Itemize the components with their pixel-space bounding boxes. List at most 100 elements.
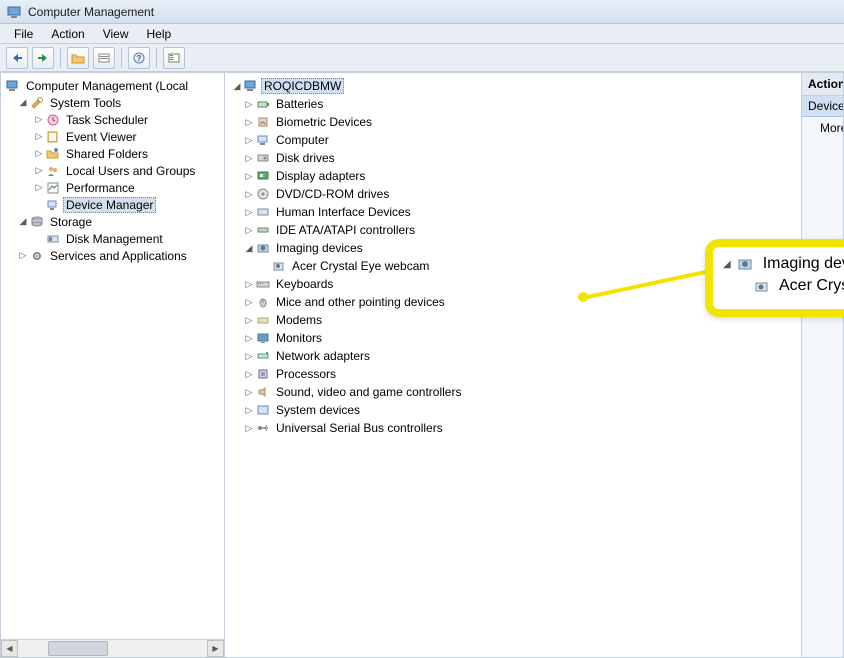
wrench-icon: [29, 95, 45, 111]
device-category-label: Computer: [273, 132, 332, 148]
horizontal-scrollbar[interactable]: ◀ ▶: [1, 639, 224, 657]
users-icon: [45, 163, 61, 179]
toolbar-separator: [121, 48, 122, 68]
scroll-track[interactable]: [18, 640, 207, 657]
expand-icon[interactable]: ▷: [243, 99, 255, 110]
menu-help[interactable]: Help: [139, 26, 180, 42]
tree-item-event-viewer[interactable]: ▷ Event Viewer: [3, 128, 222, 145]
device-category[interactable]: ▷ DVD/CD-ROM drives: [229, 185, 797, 203]
expand-icon[interactable]: ▷: [243, 351, 255, 362]
device-category[interactable]: ▷ Computer: [229, 131, 797, 149]
expand-icon[interactable]: ▷: [243, 135, 255, 146]
tree-label: System Tools: [47, 95, 124, 111]
expand-icon[interactable]: ▷: [17, 250, 29, 261]
device-category[interactable]: ▷ Processors: [229, 365, 797, 383]
device-category-icon: [255, 204, 271, 220]
tree-label: Shared Folders: [63, 146, 151, 162]
toolbar-separator: [156, 48, 157, 68]
expand-icon[interactable]: ▷: [243, 297, 255, 308]
device-category[interactable]: ▷Batteries: [229, 95, 797, 113]
book-icon: [45, 129, 61, 145]
expand-icon[interactable]: ▷: [243, 225, 255, 236]
expand-icon[interactable]: ▷: [33, 131, 45, 142]
expand-icon[interactable]: ▷: [243, 315, 255, 326]
list-button[interactable]: [163, 47, 185, 69]
expand-icon[interactable]: ▷: [33, 182, 45, 193]
toolbar-separator: [60, 48, 61, 68]
device-tree-root[interactable]: ◢ ROQICDBMW: [229, 77, 797, 95]
expand-icon[interactable]: ▷: [33, 165, 45, 176]
tree-item-device-manager[interactable]: Device Manager: [3, 196, 222, 213]
device-category-label: Imaging devices: [273, 240, 366, 256]
tree-item-shared-folders[interactable]: ▷ Shared Folders: [3, 145, 222, 162]
tree-item-task-scheduler[interactable]: ▷ Task Scheduler: [3, 111, 222, 128]
actions-panel: Actions Device Manager More Actions: [802, 72, 844, 658]
device-category-icon: [255, 420, 271, 436]
device-manager-icon: [45, 197, 61, 213]
expand-icon[interactable]: ▷: [243, 423, 255, 434]
device-category[interactable]: ▷Network adapters: [229, 347, 797, 365]
callout-box: ◢ Imaging devices Acer Crystal Eye webca…: [705, 239, 844, 317]
expand-icon[interactable]: ▷: [243, 333, 255, 344]
console-tree[interactable]: Computer Management (Local ◢ System Tool…: [1, 73, 224, 639]
device-category-label: Display adapters: [273, 168, 368, 184]
expand-icon[interactable]: ▷: [243, 189, 255, 200]
properties-button[interactable]: [93, 47, 115, 69]
device-category[interactable]: ▷Universal Serial Bus controllers: [229, 419, 797, 437]
expand-icon[interactable]: ▷: [243, 153, 255, 164]
device-category[interactable]: ▷Disk drives: [229, 149, 797, 167]
expand-icon[interactable]: ▷: [33, 114, 45, 125]
expand-icon[interactable]: ▷: [33, 148, 45, 159]
device-category-label: Processors: [273, 366, 339, 382]
menu-action[interactable]: Action: [43, 26, 92, 42]
device-category-label: Keyboards: [273, 276, 336, 292]
scroll-thumb[interactable]: [48, 641, 108, 656]
collapse-icon[interactable]: ◢: [17, 97, 29, 108]
tree-item-disk-management[interactable]: Disk Management: [3, 230, 222, 247]
tree-item-system-tools[interactable]: ◢ System Tools: [3, 94, 222, 111]
tree-item-local-users[interactable]: ▷ Local Users and Groups: [3, 162, 222, 179]
expand-icon[interactable]: ▷: [243, 207, 255, 218]
callout-line1: Imaging devices: [763, 255, 844, 273]
webcam-icon: [271, 258, 287, 274]
device-category[interactable]: ▷Sound, video and game controllers: [229, 383, 797, 401]
expand-icon[interactable]: ▷: [243, 387, 255, 398]
tree-item-performance[interactable]: ▷ Performance: [3, 179, 222, 196]
collapse-icon: ◢: [723, 259, 731, 270]
expand-icon[interactable]: ▷: [243, 279, 255, 290]
device-category-label: DVD/CD-ROM drives: [273, 186, 392, 202]
tree-item-storage[interactable]: ◢ Storage: [3, 213, 222, 230]
device-category-icon: [255, 348, 271, 364]
tree-item-services[interactable]: ▷ Services and Applications: [3, 247, 222, 264]
collapse-icon[interactable]: ◢: [17, 216, 29, 227]
collapse-icon[interactable]: ◢: [243, 243, 255, 254]
help-button[interactable]: ?: [128, 47, 150, 69]
collapse-icon[interactable]: ◢: [231, 81, 243, 92]
device-category[interactable]: ▷Biometric Devices: [229, 113, 797, 131]
menu-view[interactable]: View: [95, 26, 137, 42]
webcam-icon: [753, 278, 773, 294]
device-category-icon: [255, 114, 271, 130]
tree-item-root[interactable]: Computer Management (Local: [3, 77, 222, 94]
forward-button[interactable]: [32, 47, 54, 69]
device-category[interactable]: ▷Monitors: [229, 329, 797, 347]
folder-button[interactable]: [67, 47, 89, 69]
actions-more[interactable]: More Actions: [802, 117, 843, 139]
back-button[interactable]: [6, 47, 28, 69]
expand-icon[interactable]: ▷: [243, 405, 255, 416]
scroll-left-button[interactable]: ◀: [1, 640, 18, 657]
performance-icon: [45, 180, 61, 196]
device-category[interactable]: ▷Human Interface Devices: [229, 203, 797, 221]
tree-label: Disk Management: [63, 231, 166, 247]
expand-icon[interactable]: ▷: [243, 369, 255, 380]
device-category[interactable]: ▷IDE ATA/ATAPI controllers: [229, 221, 797, 239]
camera-icon: [737, 256, 757, 272]
device-category[interactable]: ▷System devices: [229, 401, 797, 419]
expand-icon[interactable]: ▷: [243, 171, 255, 182]
scroll-right-button[interactable]: ▶: [207, 640, 224, 657]
tree-label: Performance: [63, 180, 138, 196]
device-category[interactable]: ▷ Display adapters: [229, 167, 797, 185]
window-title: Computer Management: [28, 5, 154, 19]
expand-icon[interactable]: ▷: [243, 117, 255, 128]
menu-file[interactable]: File: [6, 26, 41, 42]
